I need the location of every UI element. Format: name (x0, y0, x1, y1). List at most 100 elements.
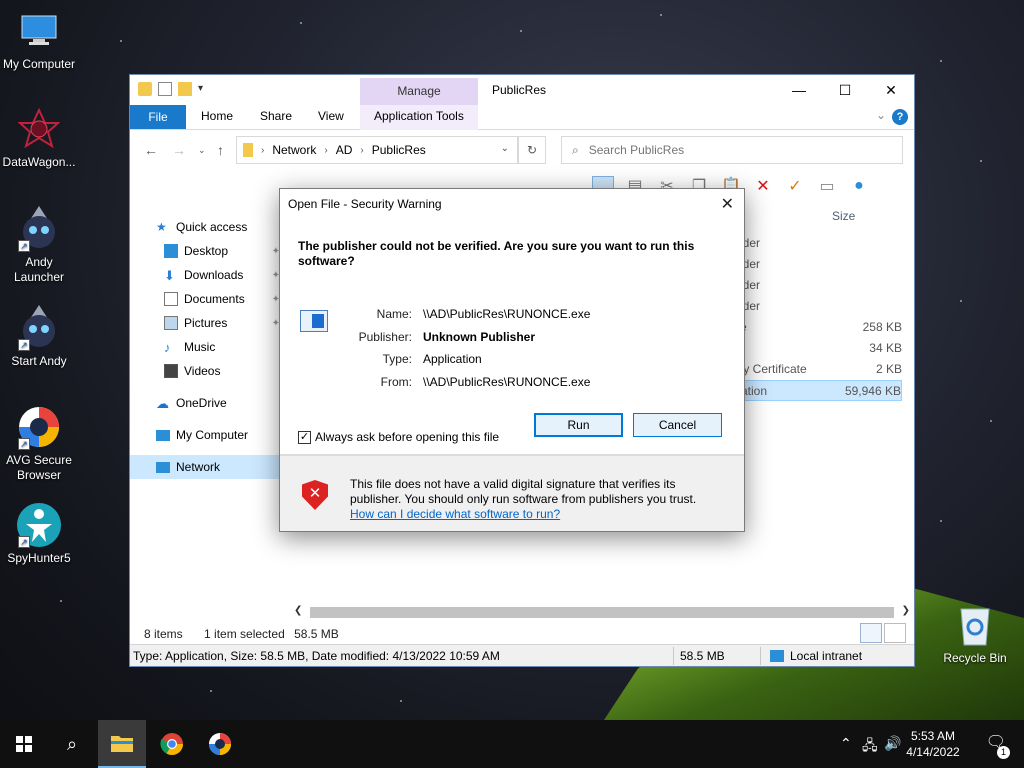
nav-downloads[interactable]: ⬇ Downloads ✦ (130, 263, 280, 287)
file-row[interactable]: lder (740, 233, 902, 254)
search-box[interactable]: ⌕ (561, 136, 903, 164)
file-name: ty Certificate (740, 362, 807, 376)
help-icon[interactable]: ? (892, 109, 908, 125)
desktop-icon-avg-browser[interactable]: ↗ AVG Secure Browser (0, 404, 78, 483)
nav-music[interactable]: ♪ Music (130, 335, 280, 359)
clock[interactable]: 5:53 AM 4/14/2022 (900, 728, 966, 760)
window-title: PublicRes (492, 83, 547, 97)
tab-manage[interactable]: Manage (360, 78, 478, 105)
taskbar-file-explorer[interactable] (98, 720, 146, 768)
item-count: 8 items (144, 627, 183, 641)
desktop-icon-start-andy[interactable]: ↗ Start Andy (0, 305, 78, 369)
nav-onedrive[interactable]: ☁ OneDrive (130, 391, 280, 415)
address-dropdown-icon[interactable]: ⌄ (501, 143, 509, 154)
nav-documents[interactable]: Documents ✦ (130, 287, 280, 311)
dialog-footer: ✕ This file does not have a valid digita… (280, 455, 744, 531)
desktop-icon-my-computer[interactable]: My Computer (0, 8, 78, 72)
details-size: 58.5 MB (680, 649, 725, 663)
avg-browser-icon: ↗ (16, 404, 62, 450)
recent-locations-icon[interactable]: ⌄ (198, 145, 206, 156)
dialog-body: The publisher could not be verified. Are… (280, 219, 744, 455)
nav-my-computer[interactable]: My Computer (130, 423, 280, 447)
address-bar[interactable]: › Network › AD › PublicRes ⌄ (236, 136, 518, 164)
rename-icon[interactable]: ▭ (816, 176, 838, 196)
nav-desktop[interactable]: Desktop ✦ (130, 239, 280, 263)
details-view-icon[interactable] (860, 623, 882, 643)
nav-network[interactable]: Network (130, 455, 280, 479)
dialog-title: Open File - Security Warning (288, 197, 442, 211)
checkbox-checked-icon[interactable]: ✓ (298, 430, 311, 444)
cancel-button[interactable]: Cancel (633, 413, 722, 437)
scroll-left-icon[interactable]: ❮ (294, 605, 302, 616)
file-row[interactable]: lder (740, 254, 902, 275)
new-folder-icon[interactable] (178, 82, 192, 96)
globe-icon[interactable]: ● (848, 176, 870, 196)
breadcrumb-ad[interactable]: AD (336, 143, 353, 157)
monitor-icon (16, 8, 62, 54)
up-arrow-icon[interactable]: ↑ (217, 142, 224, 158)
check-icon[interactable]: ✓ (784, 176, 806, 196)
file-row[interactable]: lder (740, 296, 902, 317)
run-button[interactable]: Run (534, 413, 623, 437)
back-arrow-icon[interactable]: ← (144, 142, 158, 158)
file-row[interactable]: 34 KB (740, 338, 902, 359)
close-button[interactable]: ✕ (868, 75, 914, 105)
scrollbar-thumb[interactable] (310, 607, 894, 618)
file-row[interactable]: lder (740, 275, 902, 296)
folder-pin-icon[interactable] (138, 82, 152, 96)
tab-application-tools[interactable]: Application Tools (374, 109, 464, 123)
tab-home[interactable]: Home (201, 109, 233, 123)
horizontal-scrollbar[interactable]: ❮ ❯ (292, 605, 912, 620)
nav-videos[interactable]: Videos (130, 359, 280, 383)
properties-icon[interactable] (158, 82, 172, 96)
tab-file[interactable]: File (130, 105, 186, 129)
customize-toolbar-icon[interactable]: ▾ (198, 82, 206, 96)
volume-icon[interactable]: 🔊 (884, 735, 901, 752)
maximize-button[interactable]: ☐ (822, 75, 868, 105)
tab-share[interactable]: Share (260, 109, 292, 123)
desktop-icon-label: SpyHunter5 (7, 551, 71, 565)
nav-label: Desktop (184, 244, 229, 258)
column-header-size[interactable]: Size (832, 209, 855, 223)
nav-label: Pictures (184, 316, 228, 330)
search-button[interactable]: ⌕ (48, 720, 96, 768)
refresh-button[interactable]: ↻ (518, 136, 546, 164)
file-row[interactable]: ty Certificate 2 KB (740, 359, 902, 380)
breadcrumb-publicres[interactable]: PublicRes (372, 143, 426, 157)
breadcrumb-network[interactable]: Network (272, 143, 316, 157)
search-input[interactable] (588, 143, 869, 157)
recycle-bin-icon (952, 602, 998, 648)
minimize-button[interactable]: — (776, 75, 822, 105)
dialog-close-icon[interactable]: ✕ (721, 194, 734, 214)
collapse-ribbon-icon[interactable]: ⌄ (876, 108, 886, 122)
search-icon: ⌕ (66, 733, 78, 754)
music-icon: ♪ (164, 340, 171, 355)
field-key: Publisher: (358, 330, 412, 344)
shortcut-arrow-icon: ↗ (18, 536, 30, 548)
taskbar-avg-browser[interactable] (196, 720, 244, 768)
file-row-selected[interactable]: ation 59,946 KB (740, 380, 902, 401)
nav-quick-access[interactable]: ★ Quick access (130, 215, 280, 239)
help-link[interactable]: How can I decide what software to run? (350, 507, 560, 521)
tab-view[interactable]: View (318, 109, 344, 123)
nav-label: Network (176, 460, 221, 474)
nav-label: Videos (184, 364, 221, 378)
taskbar-chrome[interactable] (148, 720, 196, 768)
desktop-icon-datawagon[interactable]: DataWagon... (0, 106, 78, 170)
desktop-icon-andy-launcher[interactable]: ↗ Andy Launcher (0, 206, 78, 285)
address-row: ← → ⌄ ↑ › Network › AD › PublicRes ⌄ ↻ ⌕ (130, 130, 914, 170)
spyhunter-icon: ↗ (16, 502, 62, 548)
forward-arrow-icon[interactable]: → (172, 142, 186, 158)
file-row[interactable]: e258 KB (740, 317, 902, 338)
always-ask-checkbox[interactable]: ✓ Always ask before opening this file (298, 430, 499, 444)
desktop-icon-spyhunter[interactable]: ↗ SpyHunter5 (0, 502, 78, 566)
network-status-icon[interactable]: 🖧 (862, 735, 878, 759)
title-bar: ▾ Manage PublicRes — ☐ ✕ (130, 75, 914, 105)
scroll-right-icon[interactable]: ❯ (902, 605, 910, 616)
large-icons-view-icon[interactable] (884, 623, 906, 643)
start-button[interactable] (0, 720, 48, 768)
delete-icon[interactable]: ✕ (752, 176, 774, 196)
nav-pictures[interactable]: Pictures ✦ (130, 311, 280, 335)
desktop-icon-recycle-bin[interactable]: Recycle Bin (936, 602, 1014, 666)
show-hidden-icons-icon[interactable]: ⌃ (840, 735, 852, 752)
